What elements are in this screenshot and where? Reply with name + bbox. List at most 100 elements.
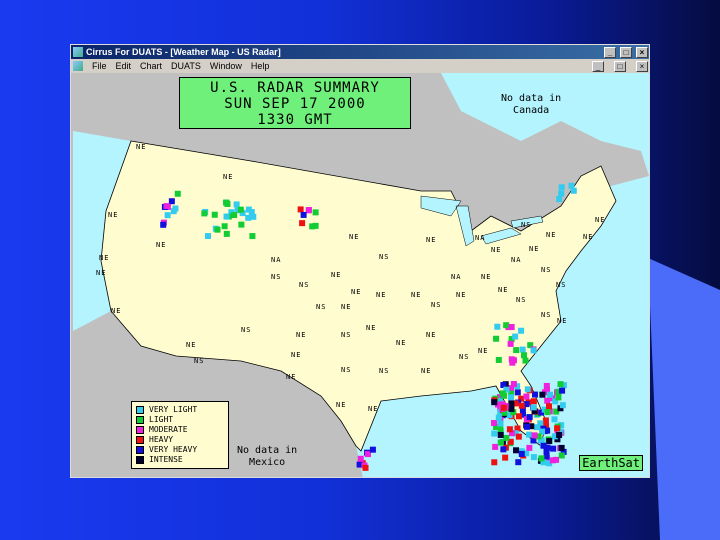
radar-echo [513,447,520,454]
menu-duats[interactable]: DUATS [171,61,201,71]
area-label: NS [521,221,532,229]
area-label: NE [368,405,379,413]
area-label: NE [498,286,509,294]
area-label: NE [349,233,360,241]
radar-echo [499,390,506,397]
app-window: Cirrus For DUATS - [Weather Map - US Rad… [70,44,650,478]
radar-echo [514,389,521,396]
radar-echo [518,450,525,457]
area-label: NE [557,317,568,325]
legend-item: MODERATE [136,425,224,435]
radar-echo [231,212,238,219]
menu-file[interactable]: File [92,61,107,71]
menu-edit[interactable]: Edit [116,61,132,71]
radar-echo [503,322,510,329]
radar-echo [492,443,499,450]
radar-echo [551,416,558,423]
radar-echo [556,196,563,203]
close-button[interactable]: × [636,46,648,58]
child-close-button[interactable]: × [636,60,648,72]
radar-echo [497,439,504,446]
radar-echo [163,203,170,210]
area-label: NE [186,341,197,349]
radar-echo [531,432,538,439]
child-minimize-button[interactable]: _ [592,60,604,72]
area-label: NE [546,231,557,239]
radar-echo [507,340,514,347]
radar-echo [521,352,528,359]
canada-note: No data in Canada [501,93,561,117]
radar-echo [546,391,553,398]
radar-echo [495,356,502,363]
area-label: NE [341,303,352,311]
radar-echo [559,402,566,409]
legend-label: INTENSE [149,455,183,464]
radar-echo [297,206,304,213]
radar-echo [502,454,509,461]
radar-echo [507,394,514,401]
radar-echo [362,464,369,471]
menu-window[interactable]: Window [210,61,242,71]
radar-echo [558,184,565,191]
radar-echo [508,405,515,412]
radar-echo [204,233,211,240]
radar-echo [160,221,167,228]
radar-echo [515,459,522,466]
area-label: NA [475,234,486,242]
legend-swatch [136,426,144,434]
area-label: NE [426,236,437,244]
radar-echo [531,391,538,398]
menu-chart[interactable]: Chart [140,61,162,71]
map-time: 1330 GMT [257,112,333,128]
area-label: NS [241,326,252,334]
radar-echo [513,347,520,354]
area-label: NE [456,291,467,299]
child-restore-button[interactable]: □ [614,60,626,72]
area-label: NE [376,291,387,299]
area-label: NE [366,324,377,332]
area-label: NE [223,173,234,181]
area-label: NE [136,143,147,151]
radar-echo [546,438,553,445]
radar-echo [559,387,566,394]
radar-echo [312,209,319,216]
document-icon [73,61,83,71]
radar-echo [519,346,526,353]
legend-label: HEAVY [149,435,174,444]
radar-echo [491,459,498,466]
mexico-note: No data in Mexico [237,445,297,469]
area-label: NS [459,353,470,361]
legend-swatch [136,406,144,414]
radar-echo [506,426,513,433]
area-label: NS [341,366,352,374]
radar-echo [523,423,530,430]
menu-help[interactable]: Help [251,61,270,71]
radar-echo [201,210,208,217]
minimize-button[interactable]: _ [604,46,616,58]
legend-label: VERY LIGHT [149,405,198,414]
area-label: NE [96,269,107,277]
radar-map: NE NE NE NE NE NE NE NA NS NS NE NE NE NS NE NA NE NS NE NA… [73,73,649,477]
radar-echo [539,391,546,398]
radar-echo [530,404,537,411]
radar-echo [224,201,231,208]
radar-echo [491,430,498,437]
area-label: NS [316,303,327,311]
radar-echo [312,222,319,229]
radar-echo [510,381,517,388]
area-label: NE [595,216,606,224]
menu-bar: File Edit Chart DUATS Window Help _ □ × [71,59,649,73]
maximize-button[interactable]: □ [620,46,632,58]
radar-echo [500,404,507,411]
canada-note-line: Canada [513,105,550,116]
radar-echo [497,431,504,438]
area-label: NE [108,211,119,219]
radar-echo [549,457,556,464]
area-label: NS [299,281,310,289]
radar-echo [554,425,561,432]
area-label: NE [411,291,422,299]
map-title-box: U.S. RADAR SUMMARY SUN SEP 17 2000 1330 … [179,77,411,129]
area-label: NE [111,307,122,315]
radar-echo [357,455,364,462]
legend-label: LIGHT [149,415,174,424]
